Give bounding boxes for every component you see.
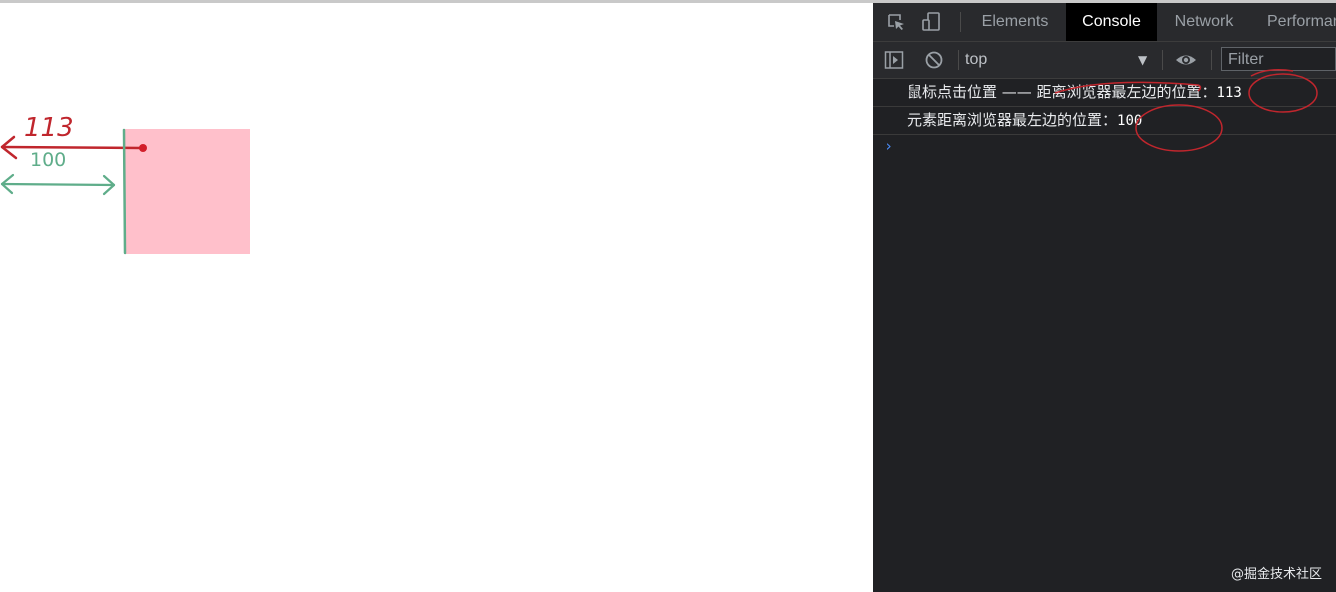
- tab-console[interactable]: Console: [1066, 3, 1157, 41]
- toolbar-separator: [1211, 50, 1212, 70]
- devtools-tabbar: Elements Console Network Performan: [873, 3, 1336, 42]
- clear-console-icon[interactable]: [924, 50, 944, 70]
- devtools-panel[interactable]: Elements Console Network Performan top ▼…: [873, 3, 1336, 592]
- tab-network[interactable]: Network: [1163, 3, 1245, 41]
- handdrawn-annotation: 113 100: [0, 113, 147, 255]
- tab-performance[interactable]: Performan: [1267, 3, 1336, 41]
- filter-input[interactable]: Filter: [1221, 47, 1336, 71]
- sidebar-toggle-icon[interactable]: [884, 50, 904, 70]
- annotation-113-label: 113: [24, 113, 74, 143]
- eye-icon[interactable]: [1175, 50, 1197, 70]
- inspect-element-icon[interactable]: [886, 12, 906, 32]
- watermark: @掘金技术社区: [1230, 567, 1322, 582]
- context-selector[interactable]: top: [965, 42, 1155, 78]
- tab-separator: [960, 12, 961, 32]
- device-toggle-icon[interactable]: [921, 12, 941, 32]
- console-toolbar: top ▼ Filter: [873, 42, 1336, 79]
- handdrawn-circle-annotation: [1054, 69, 1318, 152]
- toolbar-separator: [958, 50, 959, 70]
- dropdown-arrow-icon[interactable]: ▼: [1138, 42, 1147, 78]
- tab-elements[interactable]: Elements: [971, 3, 1059, 41]
- console-output[interactable]: 鼠标点击位置 —— 距离浏览器最左边的位置：113 元素距离浏览器最左边的位置：…: [873, 69, 1336, 592]
- toolbar-separator: [1162, 50, 1163, 70]
- annotation-100-label: 100: [30, 149, 66, 171]
- web-page[interactable]: 113 100: [0, 3, 873, 592]
